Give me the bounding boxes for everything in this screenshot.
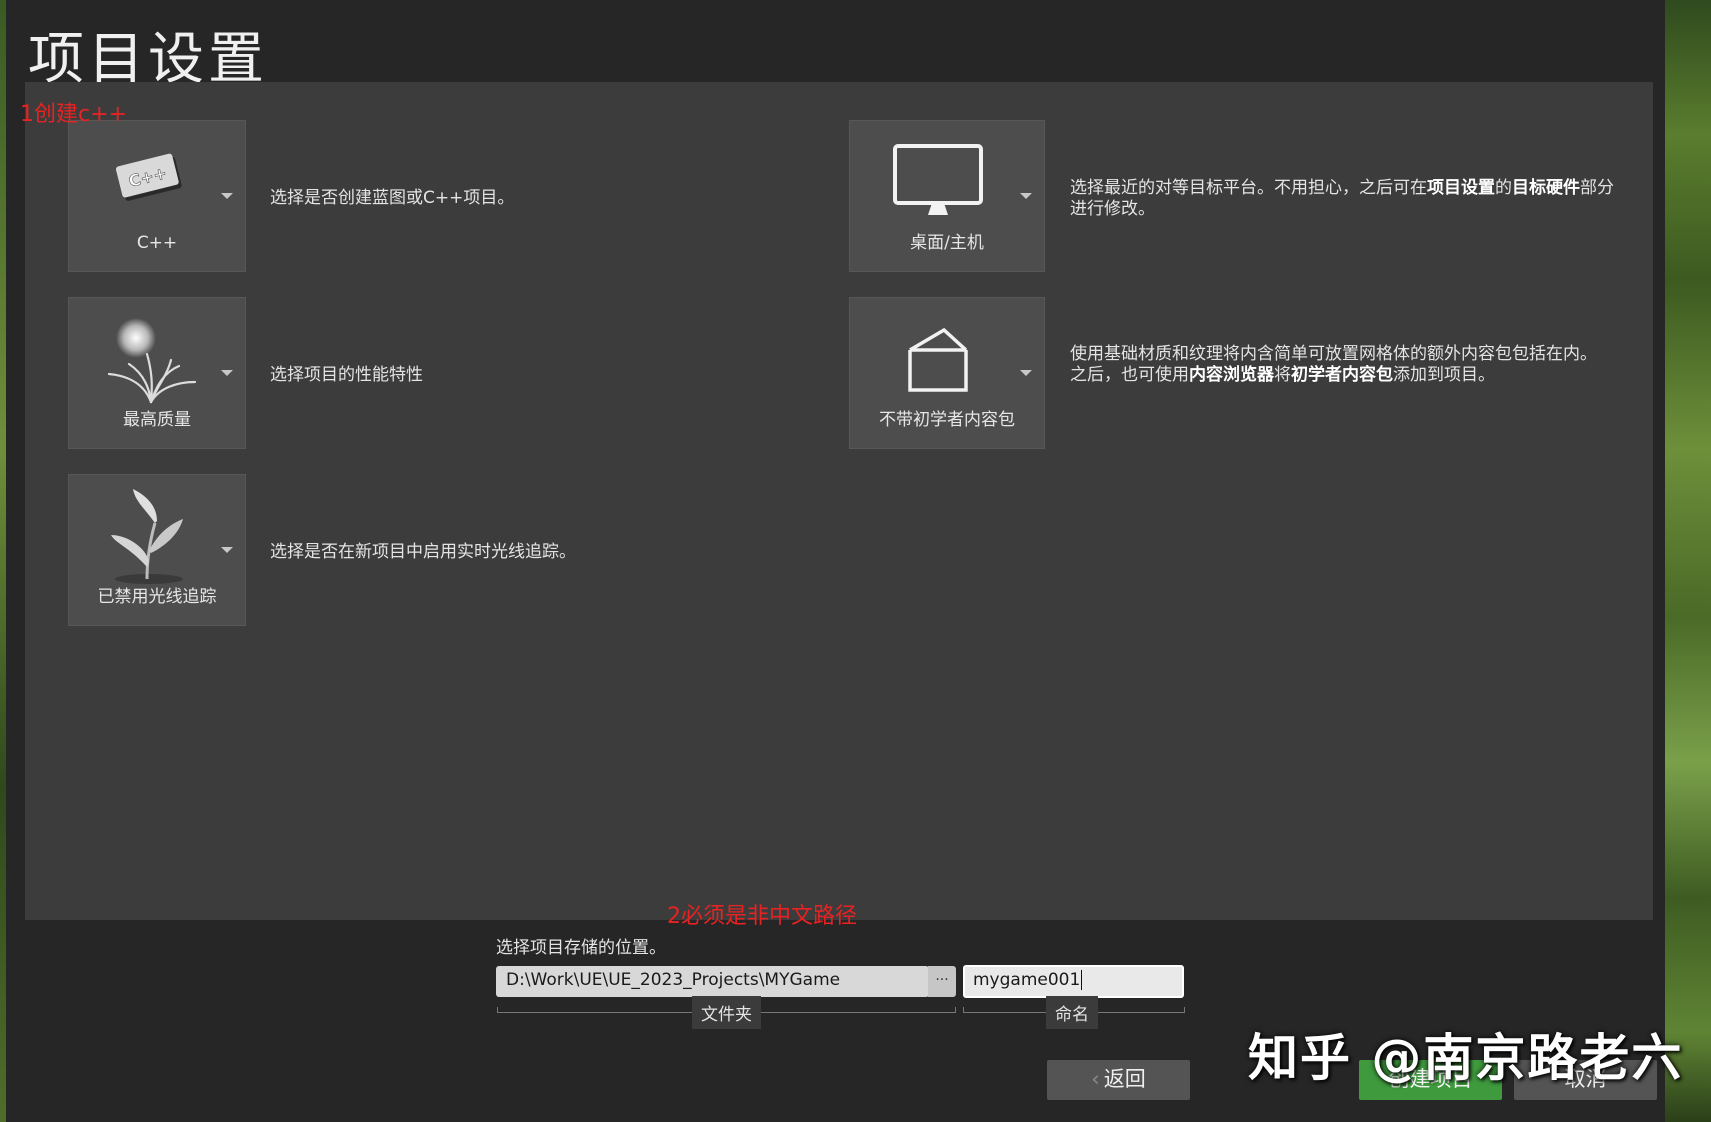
chevron-left-icon: ‹ [1091, 1067, 1100, 1091]
annotation-create-cpp: 1创建c++ [20, 102, 127, 127]
options-panel: C++ C++ 选择是否创建蓝图或C++项目。 最高质量 选择项目的性能特性 已… [25, 82, 1653, 920]
name-caption: 命名 [1046, 996, 1098, 1029]
project-type-label: C++ [136, 233, 178, 253]
project-settings-window: 项目设置 C++ C++ 选择是否创建蓝图或C++项目。 最高质量 选择项目的性… [6, 0, 1665, 1122]
cpp-icon: C++ [115, 153, 182, 201]
back-button-label: 返回 [1103, 1067, 1146, 1091]
quality-label: 最高质量 [123, 410, 191, 430]
starter-content-tile[interactable]: 不带初学者内容包 [849, 297, 1045, 449]
empty-box-icon [908, 327, 968, 392]
project-path-input[interactable]: D:\Work\UE\UE_2023_Projects\MYGame [496, 966, 929, 997]
project-type-tile[interactable]: C++ C++ [68, 120, 246, 272]
raytracing-tile[interactable]: 已禁用光线追踪 [68, 474, 246, 626]
raytracing-description: 选择是否在新项目中启用实时光线追踪。 [270, 542, 576, 562]
sprout-icon [111, 489, 183, 584]
platform-label: 桌面/主机 [910, 233, 984, 253]
location-label: 选择项目存储的位置。 [496, 938, 666, 958]
create-project-button[interactable]: 创建项目 [1359, 1060, 1502, 1100]
folder-caption: 文件夹 [692, 996, 761, 1029]
project-name-input[interactable]: mygame001​ [963, 965, 1184, 998]
quality-description: 选择项目的性能特性 [270, 365, 423, 385]
raytracing-label: 已禁用光线追踪 [97, 587, 217, 607]
project-type-description: 选择是否创建蓝图或C++项目。 [270, 188, 515, 208]
cancel-button[interactable]: 取消 [1514, 1060, 1657, 1100]
text-cursor: ​ [1081, 970, 1083, 990]
platform-description: 选择最近的对等目标平台。不用担心，之后可在项目设置的目标硬件部分进行修改。 [1070, 178, 1614, 219]
platform-tile[interactable]: 桌面/主机 [849, 120, 1045, 272]
annotation-non-chinese-path: 2必须是非中文路径 [667, 904, 857, 929]
project-name-value: mygame001 [973, 970, 1081, 990]
quality-tile[interactable]: 最高质量 [68, 297, 246, 449]
starter-content-label: 不带初学者内容包 [879, 410, 1015, 430]
chevron-down-icon [1020, 193, 1032, 199]
chevron-down-icon [221, 547, 233, 553]
flower-icon [107, 318, 197, 404]
monitor-icon [893, 144, 983, 215]
chevron-down-icon [1020, 370, 1032, 376]
desktop-background [1665, 0, 1711, 1122]
chevron-down-icon [221, 193, 233, 199]
browse-folder-button[interactable]: ··· [928, 966, 956, 997]
back-button[interactable]: ‹ 返回 [1047, 1060, 1190, 1100]
starter-content-description: 使用基础材质和纹理将内含简单可放置网格体的额外内容包包括在内。 之后，也可使用内容… [1070, 344, 1597, 385]
chevron-down-icon [221, 370, 233, 376]
